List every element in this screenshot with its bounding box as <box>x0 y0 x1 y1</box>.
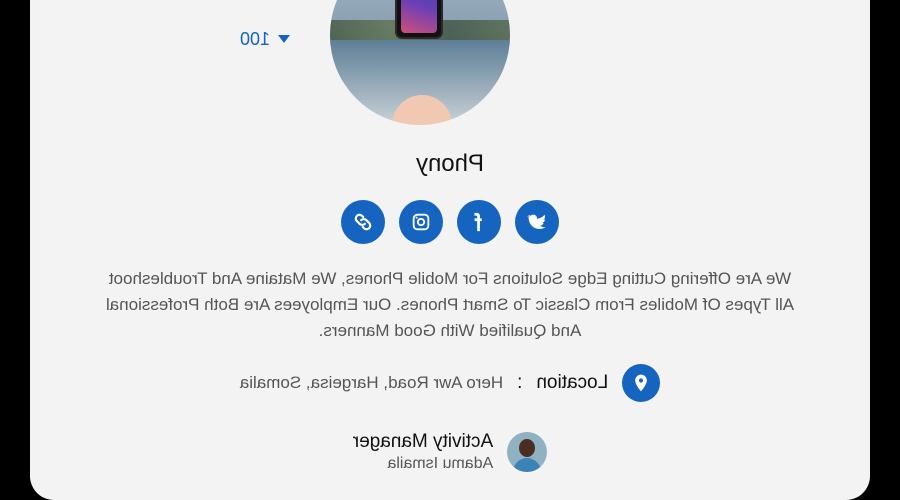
social-facebook-button[interactable] <box>457 200 501 244</box>
score-value: 100 <box>239 28 270 49</box>
twitter-icon <box>526 214 546 229</box>
avatar-water <box>330 40 510 80</box>
upvote-score[interactable]: 100 <box>240 27 290 51</box>
manager-avatar[interactable] <box>507 432 548 472</box>
social-twitter-button[interactable] <box>515 200 559 244</box>
location-label: Location <box>536 372 609 393</box>
manager-info: Activity Manager Adamu Ismaila <box>353 430 493 474</box>
facebook-icon <box>474 212 482 232</box>
manager-row[interactable]: Activity Manager Adamu Ismaila <box>30 430 870 474</box>
manager-name: Adamu Ismaila <box>387 455 494 472</box>
location-separator: : <box>517 372 523 393</box>
location-pin-button[interactable] <box>622 364 661 402</box>
business-description: We Are Offering Cutting Edge Solutions F… <box>105 269 795 340</box>
location-row: Location : Hero Awr Road, Hargeisa, Soma… <box>30 364 870 402</box>
manager-role: Activity Manager <box>352 431 494 452</box>
manager-avatar-head <box>519 439 536 457</box>
avatar-hand <box>392 95 452 125</box>
location-value: Hero Awr Road, Hargeisa, Somalia <box>239 373 504 392</box>
social-instagram-button[interactable] <box>399 200 443 244</box>
avatar-phone-screen <box>401 0 437 33</box>
social-link-button[interactable] <box>341 200 385 244</box>
link-icon <box>354 213 372 231</box>
business-avatar <box>330 0 510 125</box>
avatar-phone <box>395 0 443 39</box>
upvote-triangle-icon[interactable] <box>278 35 290 43</box>
business-name: Phony <box>415 150 485 177</box>
social-links <box>30 200 870 244</box>
mirrored-view: 100 Phony We Are Offering Cutting Edge S… <box>0 0 900 500</box>
manager-avatar-body <box>513 458 542 472</box>
profile-card: 100 Phony We Are Offering Cutting Edge S… <box>30 0 870 500</box>
location-pin-icon <box>635 374 648 392</box>
instagram-icon <box>412 213 430 231</box>
